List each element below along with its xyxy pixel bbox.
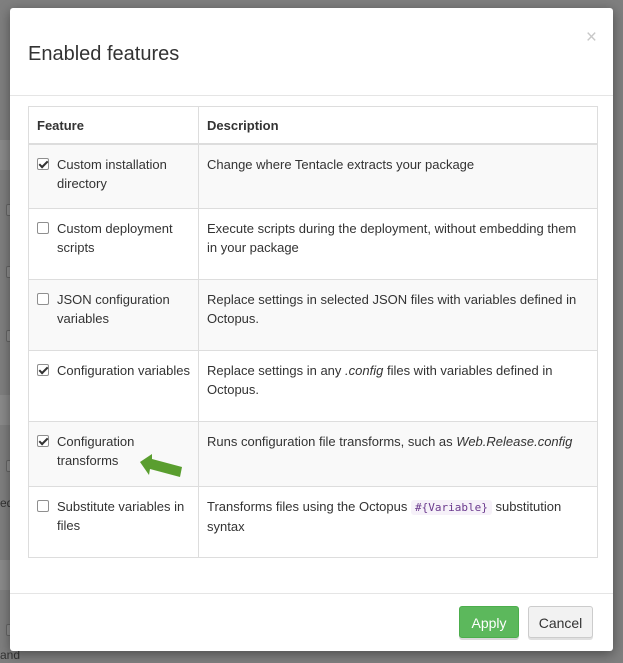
- close-icon[interactable]: ×: [586, 28, 597, 47]
- bg-row: [0, 395, 10, 425]
- description-cell: Replace settings in selected JSON files …: [198, 279, 598, 351]
- dialog-footer: Apply Cancel: [10, 593, 613, 651]
- description-emphasis: Web.Release.config: [456, 434, 573, 449]
- feature-label: Substitute variables in files: [57, 499, 185, 533]
- feature-checkbox-configuration-transforms[interactable]: [37, 435, 49, 447]
- feature-checkbox-substitute-variables-in-files[interactable]: [37, 500, 49, 512]
- feature-label: Custom installation directory: [57, 156, 167, 191]
- description-text: Runs configuration file transforms, such…: [207, 434, 457, 449]
- description-text: Transforms files using the Octopus: [207, 499, 411, 514]
- table-row: Custom installation directory Change whe…: [28, 143, 598, 209]
- feature-label: Custom deployment scripts: [57, 221, 173, 255]
- variable-syntax-code: #{Variable}: [411, 500, 492, 515]
- features-table: Feature Description Custom installation …: [28, 106, 598, 558]
- table-row: Custom deployment scripts Execute script…: [28, 208, 598, 280]
- feature-cell: Substitute variables in files: [28, 486, 199, 558]
- description-emphasis: .config: [345, 363, 384, 378]
- table-header-row: Feature Description: [28, 106, 598, 145]
- column-header-description: Description: [198, 106, 598, 145]
- feature-cell: Configuration variables: [28, 350, 199, 422]
- feature-checkbox-configuration-variables[interactable]: [37, 364, 49, 376]
- table-row: Substitute variables in files Transforms…: [28, 486, 598, 558]
- table-row: Configuration transforms Runs configurat…: [28, 421, 598, 487]
- feature-cell: Custom installation directory: [28, 143, 199, 209]
- feature-label: Configuration variables: [57, 363, 190, 378]
- description-cell: Execute scripts during the deployment, w…: [198, 208, 598, 280]
- description-text: Replace settings in any: [207, 363, 346, 378]
- bg-row: [0, 140, 10, 170]
- bg-row: [0, 560, 10, 590]
- features-table-container: Feature Description Custom installation …: [28, 106, 598, 558]
- feature-checkbox-json-configuration-variables[interactable]: [37, 293, 49, 305]
- apply-button[interactable]: Apply: [459, 606, 519, 638]
- dialog-header: Enabled features ×: [10, 8, 613, 96]
- feature-checkbox-custom-deployment-scripts[interactable]: [37, 222, 49, 234]
- pointer-arrow-icon: [140, 454, 182, 477]
- feature-label: JSON configuration variables: [57, 292, 170, 326]
- table-row: Configuration variables Replace settings…: [28, 350, 598, 422]
- description-cell: Transforms files using the Octopus #{Var…: [198, 486, 598, 558]
- cancel-button[interactable]: Cancel: [528, 606, 593, 638]
- feature-cell: JSON configuration variables: [28, 279, 199, 351]
- description-cell: Change where Tentacle extracts your pack…: [198, 143, 598, 209]
- enabled-features-dialog: Enabled features × Feature Description C…: [10, 8, 613, 651]
- description-cell: Replace settings in any .config files wi…: [198, 350, 598, 422]
- column-header-feature: Feature: [28, 106, 199, 145]
- feature-checkbox-custom-installation-directory[interactable]: [37, 157, 49, 170]
- table-row: JSON configuration variables Replace set…: [28, 279, 598, 351]
- description-cell: Runs configuration file transforms, such…: [198, 421, 598, 487]
- dialog-title: Enabled features: [28, 43, 180, 65]
- feature-cell: Custom deployment scripts: [28, 208, 199, 280]
